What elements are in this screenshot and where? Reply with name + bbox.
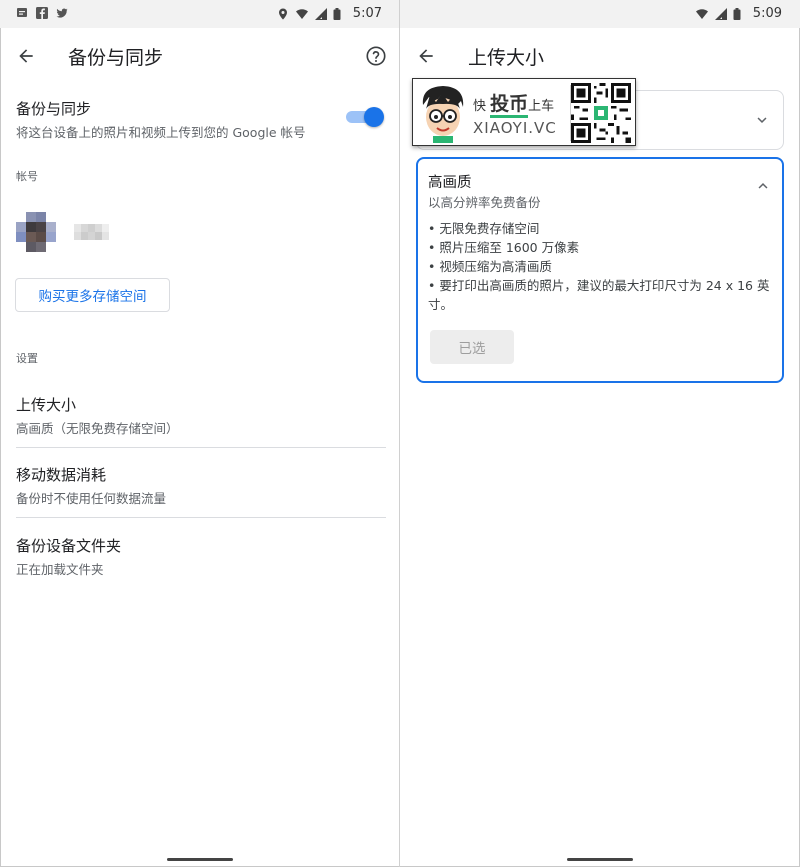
system-icons: 5:07 xyxy=(277,6,382,21)
setting-title: 移动数据消耗 xyxy=(16,466,107,484)
back-button[interactable] xyxy=(10,40,42,72)
notification-icons xyxy=(16,7,68,19)
app-bar: 备份与同步 xyxy=(0,28,400,84)
chevron-up-icon[interactable] xyxy=(754,177,772,195)
backup-sync-toggle[interactable] xyxy=(346,107,384,127)
message-icon xyxy=(17,8,27,17)
qr-code-icon xyxy=(571,83,631,143)
wifi-icon xyxy=(695,8,708,19)
chevron-down-icon xyxy=(757,117,767,123)
page-title: 备份与同步 xyxy=(68,47,164,69)
signal-icon xyxy=(314,7,327,20)
app-bar: 上传大小 xyxy=(400,28,800,84)
help-circle-icon xyxy=(366,46,386,66)
setting-title: 上传大小 xyxy=(16,396,77,414)
setting-upload-size[interactable]: 上传大小 高画质（无限免费存储空间） xyxy=(16,394,384,437)
account-row[interactable] xyxy=(16,212,109,252)
high-quality-option[interactable]: 高画质 以高分辨率免费备份 • 无限免费存储空间 • 照片压缩至 1600 万像… xyxy=(416,157,784,383)
facebook-icon xyxy=(36,7,48,19)
page-title: 上传大小 xyxy=(468,47,545,69)
wifi-icon xyxy=(295,8,308,19)
watermark-banner: 快 投币上车 XIAOYI.VC xyxy=(412,78,636,146)
watermark-slogan: 快 投币上车 xyxy=(473,89,554,118)
battery-icon xyxy=(733,7,741,20)
cartoon-face-logo xyxy=(422,86,464,143)
feature-item: • 要打印出高画质的照片，建议的最大打印尺寸为 24 x 16 英寸。 xyxy=(428,278,770,312)
settings-section-label: 设置 xyxy=(16,352,38,365)
backup-sync-screen: 5:07 备份与同步 备份与同步 将这台设备上的照片和视频上传到您的 Googl… xyxy=(0,0,400,867)
setting-subtitle: 正在加载文件夹 xyxy=(16,562,104,577)
feature-item: • 无限免费存储空间 xyxy=(428,221,540,236)
feature-item: • 照片压缩至 1600 万像素 xyxy=(428,240,580,255)
backup-sync-subtitle: 将这台设备上的照片和视频上传到您的 Google 帐号 xyxy=(16,125,306,140)
status-time: 5:09 xyxy=(752,6,782,21)
divider xyxy=(16,447,386,448)
setting-mobile-data[interactable]: 移动数据消耗 备份时不使用任何数据流量 xyxy=(16,464,384,507)
help-button[interactable] xyxy=(362,42,390,70)
back-button[interactable] xyxy=(410,40,442,72)
toggle-thumb xyxy=(364,107,384,127)
watermark-url: XIAOYI.VC xyxy=(473,119,557,137)
upload-size-screen: 5:09 上传大小 高画质 以高分辨率免费备份 • 无限免费存储空间 • 照片压… xyxy=(400,0,800,867)
setting-subtitle: 高画质（无限免费存储空间） xyxy=(16,421,179,436)
location-icon xyxy=(278,8,287,19)
backup-sync-setting[interactable]: 备份与同步 将这台设备上的照片和视频上传到您的 Google 帐号 xyxy=(16,98,384,142)
backup-sync-title: 备份与同步 xyxy=(16,100,92,118)
account-section-label: 帐号 xyxy=(16,170,38,183)
option-subtitle: 以高分辨率免费备份 xyxy=(428,195,541,210)
selected-button: 已选 xyxy=(430,330,514,364)
option-title: 高画质 xyxy=(428,175,472,191)
status-time: 5:07 xyxy=(352,6,382,21)
setting-subtitle: 备份时不使用任何数据流量 xyxy=(16,491,167,506)
setting-title: 备份设备文件夹 xyxy=(16,537,122,555)
feature-item: • 视频压缩为高清画质 xyxy=(428,259,552,274)
battery-icon xyxy=(333,7,341,20)
signal-icon xyxy=(714,7,727,20)
gesture-nav-bar[interactable] xyxy=(567,858,633,861)
divider xyxy=(16,517,386,518)
twitter-icon xyxy=(56,8,68,18)
buy-storage-button[interactable]: 购买更多存储空间 xyxy=(15,278,170,312)
setting-device-folders[interactable]: 备份设备文件夹 正在加载文件夹 xyxy=(16,535,384,578)
avatar xyxy=(16,212,56,252)
arrow-left-icon xyxy=(419,49,433,63)
feature-list: • 无限免费存储空间 • 照片压缩至 1600 万像素 • 视频压缩为高清画质 … xyxy=(428,219,773,314)
status-bar: 5:09 xyxy=(400,0,800,28)
account-name-blurred xyxy=(74,224,109,240)
status-bar: 5:07 xyxy=(0,0,400,28)
arrow-left-icon xyxy=(19,49,33,63)
system-icons: 5:09 xyxy=(695,6,782,21)
gesture-nav-bar[interactable] xyxy=(167,858,233,861)
